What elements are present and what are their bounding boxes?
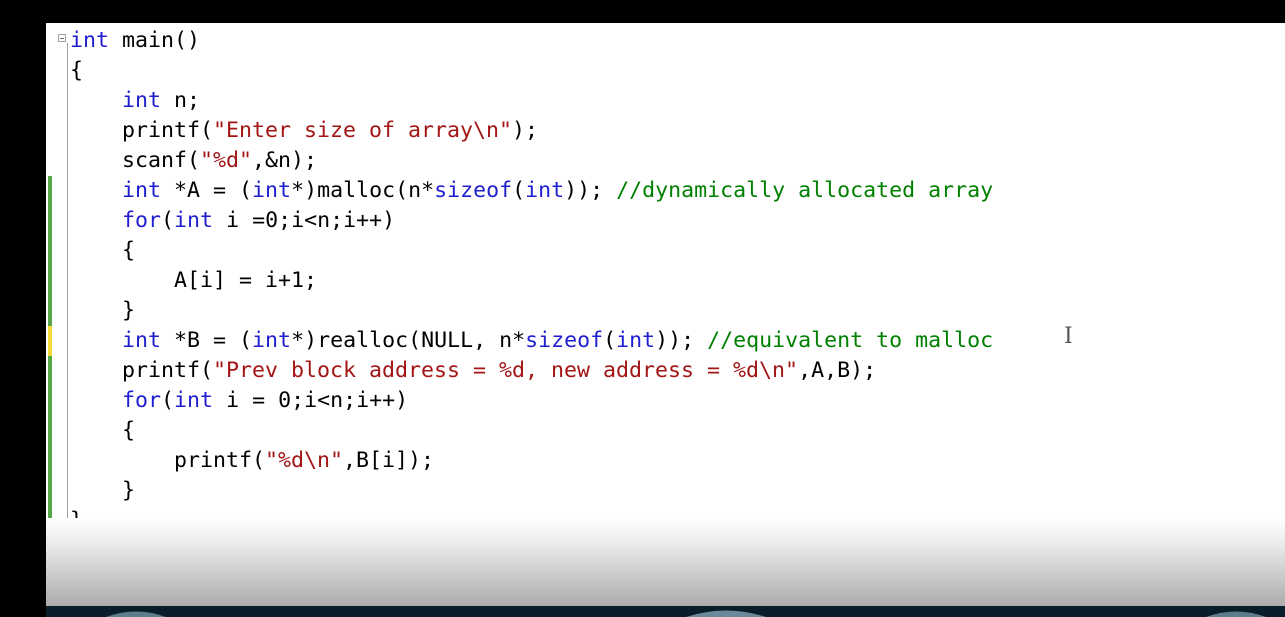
keyword-token: int — [70, 28, 110, 53]
saved-change-marker — [48, 266, 52, 296]
outline-guide — [67, 43, 68, 518]
keyword-token: for — [122, 208, 162, 233]
code-token: ( — [603, 328, 617, 353]
saved-change-marker — [48, 296, 52, 326]
code-token: printf( — [122, 118, 214, 143]
code-token: printf( — [174, 448, 266, 473]
code-token: main() — [109, 28, 201, 53]
code-token: ,B[i]); — [343, 448, 435, 473]
saved-change-marker — [48, 506, 52, 518]
code-line[interactable]: { — [70, 56, 83, 86]
keyword-token: int — [174, 388, 214, 413]
keyword-token: sizeof — [434, 178, 513, 203]
keyword-token: int — [252, 178, 292, 203]
code-token: )); — [655, 328, 708, 353]
code-token: } — [70, 508, 83, 518]
code-line[interactable]: { — [70, 416, 135, 446]
code-line[interactable]: for(int i = 0;i<n;i++) — [70, 386, 408, 416]
code-token: printf( — [122, 358, 214, 383]
code-token: *)realloc(NULL, n* — [291, 328, 526, 353]
keyword-token: for — [122, 388, 162, 413]
keyword-token: int — [616, 328, 656, 353]
keyword-token: int — [122, 328, 162, 353]
code-token: ,A,B); — [798, 358, 877, 383]
string-token: "%d\n" — [265, 448, 344, 473]
code-line[interactable]: } — [70, 476, 135, 506]
i-beam-cursor-icon: I — [1064, 324, 1073, 349]
code-line[interactable]: int main() — [70, 26, 200, 56]
code-line[interactable]: int *A = (int*)malloc(n*sizeof(int)); //… — [70, 176, 993, 206]
code-line[interactable]: A[i] = i+1; — [70, 266, 317, 296]
code-token: )); — [564, 178, 617, 203]
code-token: *)malloc(n* — [291, 178, 435, 203]
code-line[interactable]: } — [70, 506, 83, 518]
collapse-minus-icon[interactable] — [58, 34, 66, 42]
saved-change-marker — [48, 356, 52, 386]
code-line[interactable]: } — [70, 296, 135, 326]
code-token: A[i] = i+1; — [174, 268, 318, 293]
code-token: ); — [512, 118, 539, 143]
code-token: } — [122, 478, 136, 503]
code-line[interactable]: int n; — [70, 86, 200, 116]
saved-change-marker — [48, 236, 52, 266]
top-black-bar — [0, 0, 1285, 23]
code-token: { — [122, 238, 136, 263]
code-line[interactable]: int *B = (int*)realloc(NULL, n*sizeof(in… — [70, 326, 993, 356]
code-token: ( — [161, 388, 175, 413]
saved-change-marker — [48, 476, 52, 506]
code-line[interactable]: scanf("%d",&n); — [70, 146, 317, 176]
code-token: { — [70, 58, 84, 83]
code-token: i = 0;i<n;i++) — [213, 388, 409, 413]
keyword-token: int — [174, 208, 214, 233]
keyword-token: int — [122, 178, 162, 203]
saved-change-marker — [48, 176, 52, 206]
code-line[interactable]: { — [70, 236, 135, 266]
code-token: n; — [161, 88, 201, 113]
keyword-token: int — [252, 328, 292, 353]
keyword-token: int — [122, 88, 162, 113]
keyword-token: int — [525, 178, 565, 203]
left-black-bar — [0, 0, 46, 617]
saved-change-marker — [48, 446, 52, 476]
code-token: ( — [161, 208, 175, 233]
code-line[interactable]: printf("Enter size of array\n"); — [70, 116, 538, 146]
string-token: "%d" — [200, 148, 253, 173]
saved-change-marker — [48, 386, 52, 416]
code-line[interactable]: for(int i =0;i<n;i++) — [70, 206, 395, 236]
code-token: { — [122, 418, 136, 443]
unsaved-change-marker — [48, 326, 52, 356]
string-token: "Enter size of array\n" — [213, 118, 513, 143]
saved-change-marker — [48, 416, 52, 446]
keyword-token: sizeof — [525, 328, 604, 353]
saved-change-marker — [48, 206, 52, 236]
string-token: "Prev block address = %d, new address = … — [213, 358, 799, 383]
code-line[interactable]: printf("Prev block address = %d, new add… — [70, 356, 876, 386]
code-token: i =0;i<n;i++) — [213, 208, 396, 233]
code-token: *A = ( — [161, 178, 253, 203]
code-token: } — [122, 298, 136, 323]
code-token: ,&n); — [252, 148, 318, 173]
comment-token: //equivalent to malloc — [707, 328, 994, 353]
code-editor[interactable]: int main(){ int n; printf("Enter size of… — [46, 23, 1285, 518]
video-fade-overlay — [46, 518, 1285, 608]
code-token: scanf( — [122, 148, 201, 173]
code-token: ( — [512, 178, 526, 203]
comment-token: //dynamically allocated array — [616, 178, 994, 203]
code-token: *B = ( — [161, 328, 253, 353]
background-strip — [46, 606, 1285, 617]
code-line[interactable]: printf("%d\n",B[i]); — [70, 446, 434, 476]
